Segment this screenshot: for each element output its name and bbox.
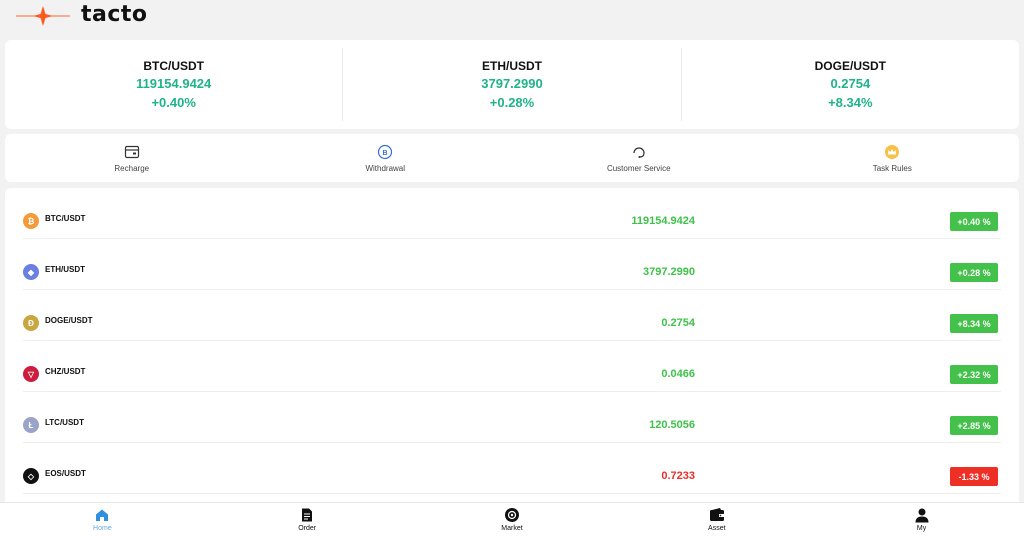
market-pair: DOGE/USDT [45,316,93,325]
tab-asset[interactable]: Asset [614,503,819,536]
market-price: 0.0466 [661,368,695,380]
brand-name: tacto [81,2,148,27]
ticker-price: 3797.2990 [481,76,543,91]
tab-label: Market [501,525,523,532]
litecoin-icon: Ł [23,417,39,433]
change-badge: +8.34 % [950,314,998,333]
ticker-summary: BTC/USDT 119154.9424 +0.40% ETH/USDT 379… [5,40,1019,129]
change-badge: +0.40 % [950,212,998,231]
wallet-icon [709,508,724,521]
app-header: tacto [0,0,1024,34]
change-badge: -1.33 % [950,467,998,486]
user-icon [915,508,929,523]
crown-icon [885,144,900,159]
ticker-eth[interactable]: ETH/USDT 3797.2990 +0.28% [343,48,682,121]
tab-label: Order [298,525,317,532]
ticker-pair: ETH/USDT [481,59,542,73]
ticker-change: +0.28% [489,95,535,110]
dogecoin-icon: Ð [23,315,39,331]
task-rules-button[interactable]: Task Rules [766,134,1020,182]
ticker-price: 0.2754 [830,76,871,91]
recharge-label: Recharge [114,163,150,173]
market-price: 119154.9424 [631,215,695,227]
tab-my[interactable]: My [819,503,1024,536]
task-rules-label: Task Rules [872,163,912,173]
market-price: 0.7233 [661,470,695,482]
market-pair: CHZ/USDT [45,367,86,376]
svg-text:B: B [383,150,388,157]
ticker-btc[interactable]: BTC/USDT 119154.9424 +0.40% [5,48,344,121]
bitcoin-icon: ₿ [23,213,39,229]
ethereum-icon: ◆ [23,264,39,280]
ticker-pair: DOGE/USDT [814,59,886,73]
bottom-tab-bar: Home Order Market Asset My [0,502,1024,536]
change-badge: +2.85 % [950,416,998,435]
market-price: 3797.2990 [643,266,695,278]
tab-home[interactable]: Home [0,503,205,536]
tab-market[interactable]: Market [410,503,615,536]
recharge-button[interactable]: Recharge [5,134,259,182]
market-row-ltc[interactable]: Ł LTC/USDT 120.5056 +2.85 % [23,392,1001,443]
tab-label: My [916,525,927,532]
star-logo-icon [16,6,70,26]
market-row-doge[interactable]: Ð DOGE/USDT 0.2754 +8.34 % [23,290,1001,341]
market-pair: EOS/USDT [45,469,86,478]
ticker-pair: BTC/USDT [143,59,204,73]
market-icon [504,508,519,522]
document-icon [302,508,313,522]
ticker-price: 119154.9424 [136,76,212,91]
tab-label: Home [93,525,112,532]
market-row-chz[interactable]: ▽ CHZ/USDT 0.0466 +2.32 % [23,341,1001,392]
market-row-btc[interactable]: ₿ BTC/USDT 119154.9424 +0.40 % [23,188,1001,239]
market-pair: LTC/USDT [45,418,84,427]
home-icon [96,509,109,521]
wallet-card-icon [124,145,139,158]
ticker-change: +0.40% [151,95,196,110]
market-price: 0.2754 [661,317,695,329]
tab-order[interactable]: Order [205,503,410,536]
quick-actions: Recharge B Withdrawal Customer Service T… [5,134,1019,182]
customer-service-label: Customer Service [606,163,671,173]
market-list: ₿ BTC/USDT 119154.9424 +0.40 % ◆ ETH/USD… [5,188,1019,502]
coin-withdraw-icon: B [378,144,393,159]
market-row-eos[interactable]: ◇ EOS/USDT 0.7233 -1.33 % [23,443,1001,494]
market-price: 120.5056 [649,419,695,431]
withdrawal-button[interactable]: B Withdrawal [259,134,513,182]
market-pair: ETH/USDT [45,265,85,274]
ticker-change: +8.34% [828,95,873,110]
tab-label: Asset [708,525,726,532]
withdrawal-label: Withdrawal [365,163,406,173]
market-pair: BTC/USDT [45,214,86,223]
customer-service-button[interactable]: Customer Service [512,134,766,182]
eos-icon: ◇ [23,468,39,484]
change-badge: +0.28 % [950,263,998,282]
ticker-doge[interactable]: DOGE/USDT 0.2754 +8.34% [682,48,1019,121]
headset-icon [633,146,645,158]
chiliz-icon: ▽ [23,366,39,382]
market-row-eth[interactable]: ◆ ETH/USDT 3797.2990 +0.28 % [23,239,1001,290]
change-badge: +2.32 % [950,365,998,384]
